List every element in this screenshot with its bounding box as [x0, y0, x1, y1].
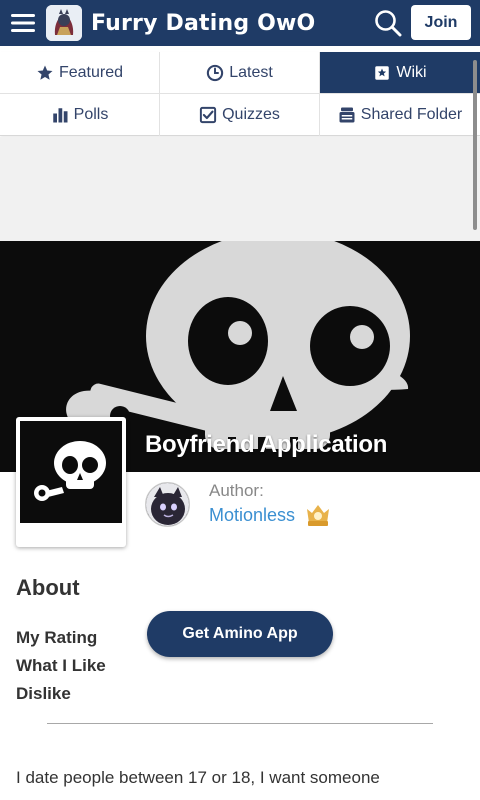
- wiki-title: Boyfriend Application: [145, 431, 388, 458]
- section-link-what-i-like[interactable]: What I Like: [16, 656, 106, 676]
- tab-label: Polls: [73, 106, 109, 123]
- author-avatar[interactable]: [145, 482, 190, 527]
- get-amino-app-button[interactable]: Get Amino App: [147, 611, 333, 657]
- tab-label: Quizzes: [222, 106, 280, 123]
- app-title: Furry Dating OwO: [91, 10, 316, 36]
- tab-label: Wiki: [396, 63, 427, 81]
- content-spacer: [0, 137, 480, 241]
- tab-label: Featured: [58, 63, 124, 81]
- author-label: Author:: [209, 481, 264, 500]
- wiki-body-text: I date people between 17 or 18, I want s…: [16, 768, 380, 787]
- avatar-image: [146, 483, 189, 526]
- wiki-thumbnail[interactable]: [16, 417, 126, 547]
- star-icon: [37, 65, 53, 80]
- tab-wiki[interactable]: Wiki: [320, 52, 480, 94]
- community-logo[interactable]: [46, 5, 82, 41]
- author-name-link[interactable]: Motionless: [209, 505, 295, 526]
- divider: [47, 723, 433, 724]
- skull-thumbnail-image: [20, 421, 122, 523]
- tab-quizzes[interactable]: Quizzes: [160, 94, 320, 136]
- category-tabs: Featured Latest Wiki Polls Quizzes Share…: [0, 52, 480, 136]
- tab-shared-folder[interactable]: Shared Folder: [320, 94, 480, 136]
- search-button[interactable]: [370, 6, 406, 40]
- scrollbar[interactable]: [473, 60, 477, 230]
- menu-button[interactable]: [0, 0, 46, 46]
- tab-label: Shared Folder: [360, 106, 463, 123]
- tab-featured[interactable]: Featured: [0, 52, 160, 94]
- tab-label: Latest: [229, 63, 273, 81]
- section-link-dislike[interactable]: Dislike: [16, 684, 71, 704]
- clock-icon: [207, 64, 224, 81]
- folder-stack-icon: [339, 107, 355, 123]
- bar-chart-icon: [52, 108, 68, 123]
- top-app-bar: Furry Dating OwO Join: [0, 0, 480, 46]
- menu-icon: [11, 14, 35, 32]
- join-button[interactable]: Join: [411, 5, 471, 40]
- about-heading: About: [16, 575, 80, 600]
- tab-polls[interactable]: Polls: [0, 94, 160, 136]
- wiki-star-icon: [375, 65, 390, 80]
- search-icon: [375, 10, 402, 37]
- tab-latest[interactable]: Latest: [160, 52, 320, 94]
- checkbox-icon: [199, 106, 217, 124]
- level-badge-icon: [305, 503, 331, 527]
- section-link-my-rating[interactable]: My Rating: [16, 628, 97, 648]
